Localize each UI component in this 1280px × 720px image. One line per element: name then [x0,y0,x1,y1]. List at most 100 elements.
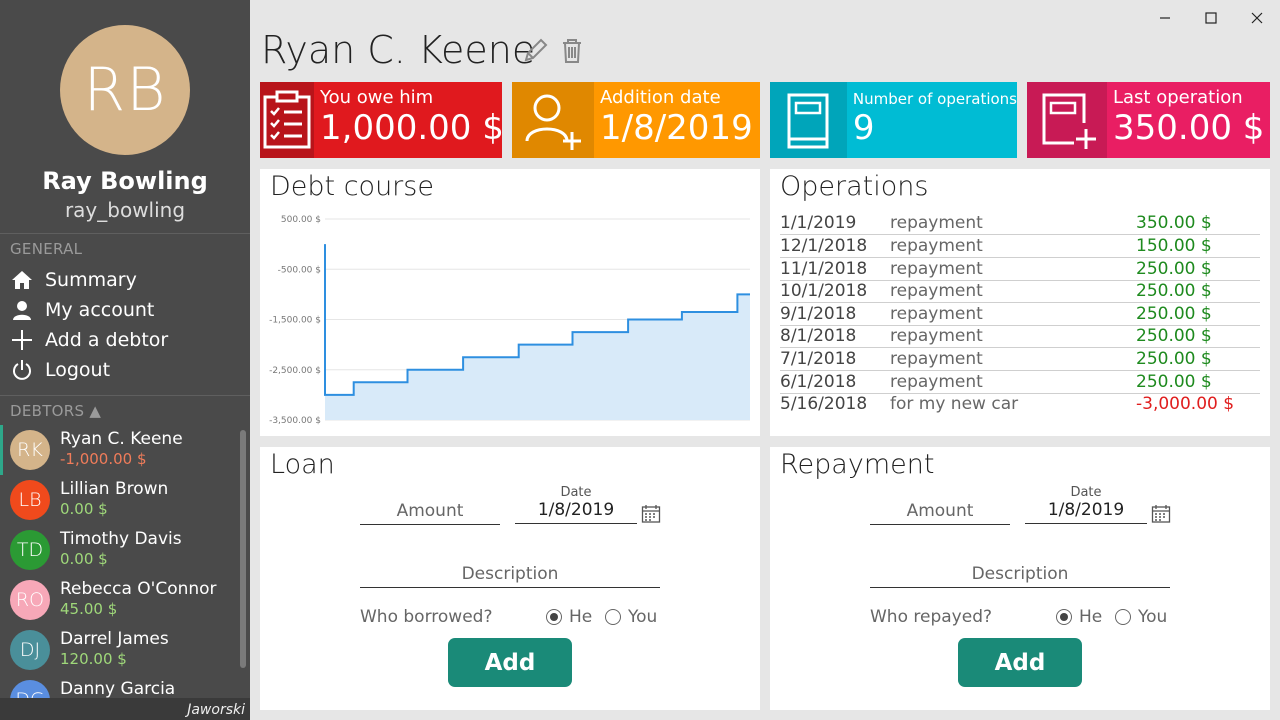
debtor-name: Rebecca O'Connor [60,579,217,599]
debtor-item-ryan-keene[interactable]: RK Ryan C. Keene -1,000.00 $ [0,425,238,475]
avatar: RK [10,430,50,470]
repayment-radio-he[interactable]: He [1056,607,1102,627]
add-user-icon [512,82,594,158]
debtor-name: Darrel James [60,629,169,649]
calendar-icon[interactable] [1151,504,1171,524]
debtor-amount: 0.00 $ [60,500,108,518]
debtor-name: Danny Garcia [60,679,176,699]
loan-radio-you[interactable]: You [605,607,657,627]
debtor-item-rebecca-oconnor[interactable]: RO Rebecca O'Connor 45.00 $ [0,575,238,625]
y-tick-label: 500.00 $ [281,215,321,225]
operations-panel: Operations 1/1/2019 repayment 350.00 $ 1… [770,169,1270,436]
profile-initials: RB [83,55,167,125]
debt-area [325,244,750,420]
minimize-button[interactable] [1153,6,1177,30]
tile-label: Number of operations [852,90,1017,108]
profile-name: Ray Bowling [42,167,208,195]
loan-add-button[interactable]: Add [448,638,572,687]
repayment-description-input[interactable]: Description [870,564,1170,588]
debtor-amount: 120.00 $ [60,650,127,668]
operation-amount: 250.00 $ [1136,349,1212,369]
calendar-icon[interactable] [641,504,661,524]
tile-label: Addition date [600,87,721,108]
close-button[interactable] [1245,6,1269,30]
sidebar: RB Ray Bowling ray_bowling GENERAL Summa… [0,0,250,720]
avatar: TD [10,530,50,570]
operation-date: 9/1/2018 [780,304,857,324]
pencil-icon [524,38,548,62]
loan-date-label: Date [560,485,592,500]
loan-date-field[interactable]: 1/8/2019 [515,500,637,524]
profile-username: ray_bowling [64,198,186,222]
avatar: DJ [10,630,50,670]
radio-label: He [1079,607,1103,627]
brand-label: Jaworski [187,702,245,718]
operation-amount: 350.00 $ [1136,213,1212,233]
debtor-name: Lillian Brown [60,479,169,499]
repayment-title: Repayment [780,449,935,480]
operation-type: repayment [890,372,983,392]
nav-summary-label: Summary [45,269,137,291]
tile-value: 1,000.00 $ [320,108,504,148]
operation-type: repayment [890,349,983,369]
radio-empty-icon [605,609,621,625]
repayment-radio-you[interactable]: You [1115,607,1167,627]
table-row[interactable]: 8/1/2018 repayment 250.00 $ [780,326,1260,348]
loan-amount-input[interactable]: Amount [360,501,500,525]
operation-type: repayment [890,236,983,256]
debt-course-panel: Debt course 500.00 $ -500.00 $ -1,500.00 $… [260,169,760,436]
y-tick-label: -1,500.00 $ [269,316,321,326]
operation-date: 1/1/2019 [780,213,857,233]
power-icon [10,358,34,382]
debtor-item-timothy-davis[interactable]: TD Timothy Davis 0.00 $ [0,525,238,575]
table-row[interactable]: 12/1/2018 repayment 150.00 $ [780,236,1260,258]
nav-my-account-label: My account [45,299,155,321]
nav-my-account[interactable]: My account [10,296,154,324]
table-row[interactable]: 9/1/2018 repayment 250.00 $ [780,304,1260,326]
debtor-item-lillian-brown[interactable]: LB Lillian Brown 0.00 $ [0,475,238,525]
nav-logout[interactable]: Logout [10,356,110,384]
operation-amount: 250.00 $ [1136,259,1212,279]
loan-description-input[interactable]: Description [360,564,660,588]
debtors-scrollbar[interactable] [240,430,246,668]
table-row[interactable]: 5/16/2018 for my new car -3,000.00 $ [780,394,1260,416]
repayment-add-button[interactable]: Add [958,638,1082,687]
operation-type: repayment [890,326,983,346]
debt-course-chart: 500.00 $ -500.00 $ -1,500.00 $ -2,500.00 $ -… [269,215,750,426]
repayment-amount-input[interactable]: Amount [870,501,1010,525]
loan-question-label: Who borrowed? [360,607,493,627]
table-row[interactable]: 1/1/2019 repayment 350.00 $ [780,213,1260,235]
tile-you-owe: You owe him 1,000.00 $ [260,82,504,158]
nav-summary[interactable]: Summary [10,266,137,294]
maximize-button[interactable] [1199,6,1223,30]
debtor-item-darrel-james[interactable]: DJ Darrel James 120.00 $ [0,625,238,675]
avatar: LB [10,480,50,520]
loan-radio-he[interactable]: He [546,607,592,627]
loan-title: Loan [270,449,335,480]
tile-label: Last operation [1113,87,1243,108]
book-icon [770,82,847,158]
tile-number-of-operations: Number of operations 9 [770,82,1017,158]
operation-type: repayment [890,259,983,279]
table-row[interactable]: 11/1/2018 repayment 250.00 $ [780,259,1260,281]
avatar: RO [10,580,50,620]
repayment-date-field[interactable]: 1/8/2019 [1025,500,1147,524]
operation-type: repayment [890,281,983,301]
table-row[interactable]: 10/1/2018 repayment 250.00 $ [780,281,1260,303]
nav-add-debtor-label: Add a debtor [45,329,169,351]
nav-add-debtor[interactable]: Add a debtor [10,326,168,354]
edit-button[interactable] [521,36,549,66]
general-section-label: GENERAL [10,240,83,258]
trash-icon [563,39,581,63]
profile-avatar[interactable]: RB [60,25,190,155]
table-row[interactable]: 6/1/2018 repayment 250.00 $ [780,372,1260,394]
operation-date: 5/16/2018 [780,394,868,414]
add-card-icon [1027,82,1107,158]
operation-date: 11/1/2018 [780,259,868,279]
table-row[interactable]: 7/1/2018 repayment 250.00 $ [780,349,1260,371]
delete-button[interactable] [558,36,586,66]
debtors-section-label[interactable]: DEBTORS ▲ [10,402,101,420]
operation-type: repayment [890,304,983,324]
operation-amount: 250.00 $ [1136,304,1212,324]
radio-selected-icon [546,609,562,625]
